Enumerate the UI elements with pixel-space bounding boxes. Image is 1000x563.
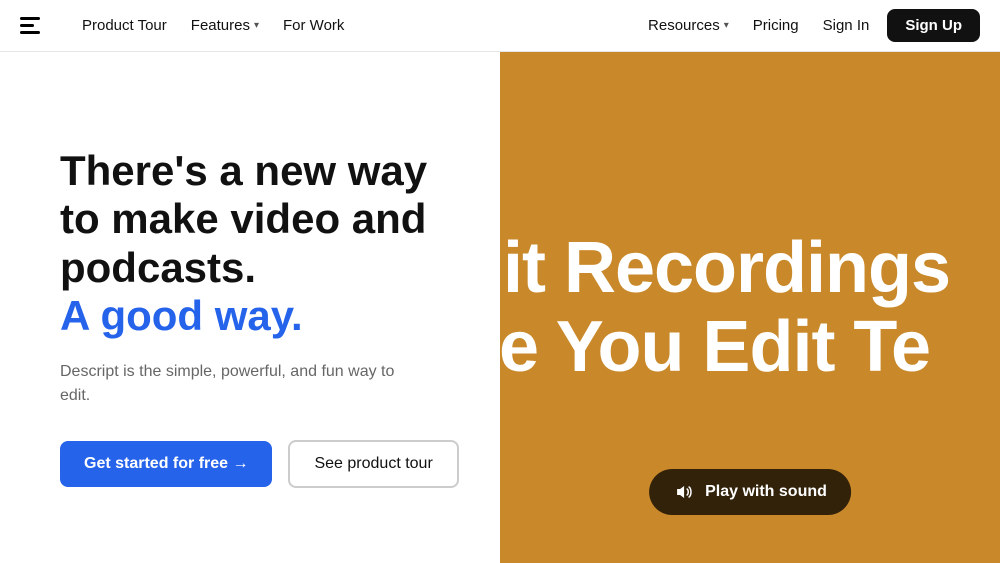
main-content: There's a new way to make video and podc… — [0, 52, 1000, 563]
nav-product-tour[interactable]: Product Tour — [72, 11, 177, 40]
hero-panel: There's a new way to make video and podc… — [0, 52, 500, 563]
nav-pricing[interactable]: Pricing — [743, 11, 809, 40]
hero-heading-text: There's a new way to make video and podc… — [60, 147, 427, 291]
features-chevron-icon: ▾ — [254, 20, 259, 31]
video-overlay-line1: dit Recordings — [500, 228, 950, 307]
hero-heading: There's a new way to make video and podc… — [60, 147, 440, 340]
video-overlay-text: dit Recordings ke You Edit Te — [500, 228, 950, 386]
product-tour-button[interactable]: See product tour — [288, 440, 458, 488]
cta-buttons: Get started for free → See product tour — [60, 440, 440, 488]
nav-right-links: Resources ▾ Pricing Sign In Sign Up — [638, 9, 980, 42]
play-sound-button[interactable]: Play with sound — [649, 469, 851, 515]
nav-signup-button[interactable]: Sign Up — [887, 9, 980, 42]
hero-heading-highlight: A good way. — [60, 292, 303, 339]
get-started-button[interactable]: Get started for free → — [60, 441, 272, 487]
video-panel: dit Recordings ke You Edit Te Play with … — [500, 52, 1000, 563]
nav-features[interactable]: Features ▾ — [181, 11, 269, 40]
nav-for-work[interactable]: For Work — [273, 11, 354, 40]
sound-icon — [673, 481, 695, 503]
play-sound-label: Play with sound — [705, 483, 827, 501]
hero-subtext: Descript is the simple, powerful, and fu… — [60, 360, 420, 408]
resources-chevron-icon: ▾ — [724, 20, 729, 31]
logo-icon[interactable] — [20, 12, 48, 40]
navbar: Product Tour Features ▾ For Work Resourc… — [0, 0, 1000, 52]
nav-left-links: Product Tour Features ▾ For Work — [72, 11, 354, 40]
nav-sign-in[interactable]: Sign In — [813, 11, 880, 40]
logo[interactable] — [20, 12, 48, 40]
video-overlay-line2: ke You Edit Te — [500, 308, 950, 387]
nav-resources[interactable]: Resources ▾ — [638, 11, 739, 40]
